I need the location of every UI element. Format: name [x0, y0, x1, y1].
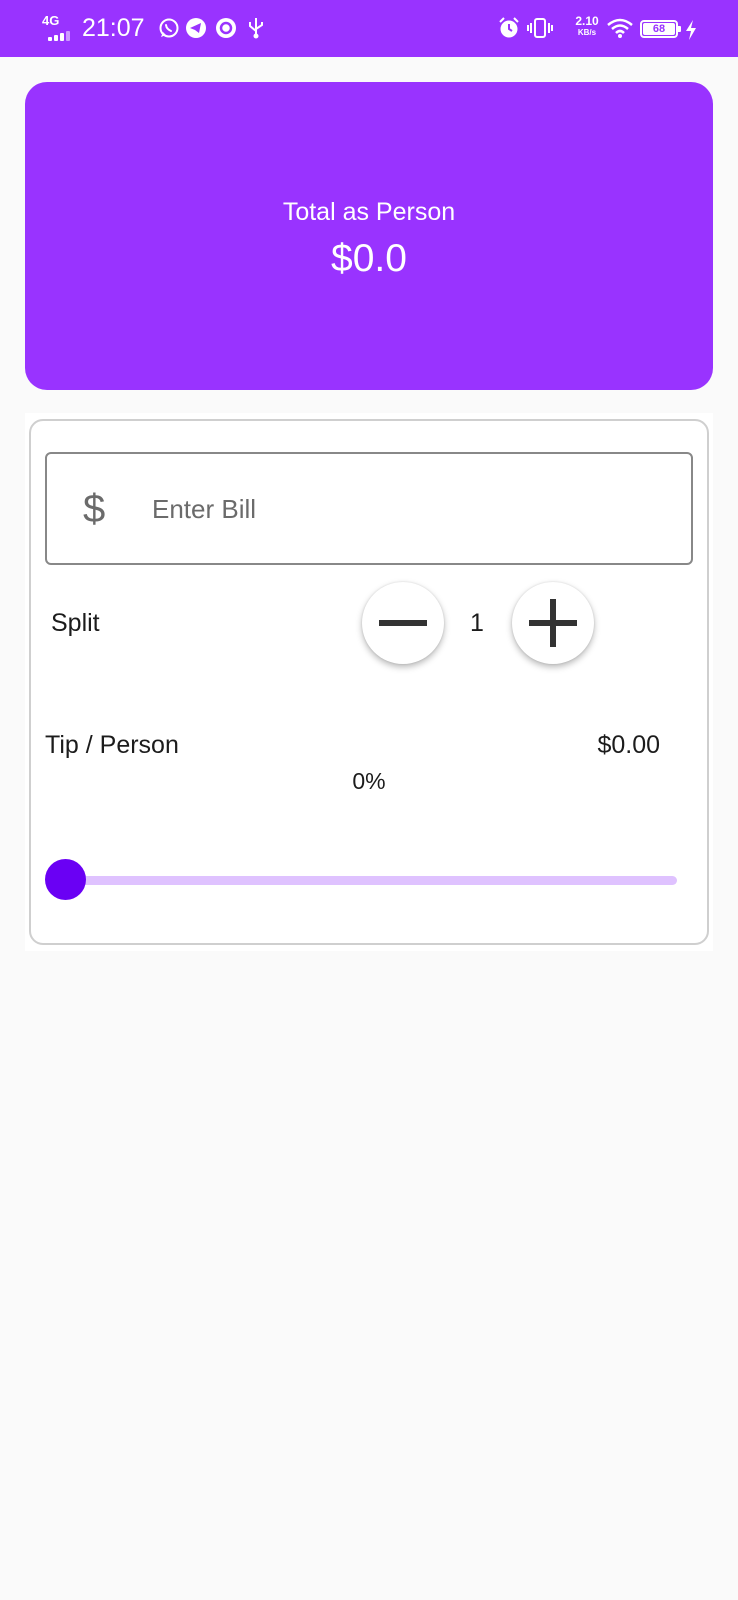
tip-percentage: 0% [352, 768, 386, 794]
slider-thumb[interactable] [45, 859, 86, 900]
split-count: 1 [470, 609, 484, 637]
alarm-icon [499, 17, 519, 38]
battery-icon: 68 [640, 20, 681, 38]
bill-input[interactable] [152, 484, 652, 534]
increase-split-button[interactable] [512, 582, 594, 664]
slider-track [65, 876, 677, 885]
circle-app-icon [216, 18, 236, 38]
split-label: Split [51, 609, 100, 637]
network-speed: 2.10 KB/s [575, 14, 599, 38]
wifi-icon [607, 18, 633, 38]
cellular-signal-icon: 4G [42, 14, 74, 42]
network-type-label: 4G [42, 13, 60, 28]
total-label: Total as Person [282, 198, 456, 226]
status-bar: 4G 21:07 2.10 KB/s 68 [0, 0, 738, 57]
total-per-person-card: Total as Person $0.0 [25, 82, 713, 390]
decrease-split-button[interactable] [362, 582, 444, 664]
tip-per-person-amount: $0.00 [597, 731, 660, 759]
charging-icon [686, 20, 696, 40]
whatsapp-icon [159, 18, 179, 38]
usb-icon [249, 18, 263, 39]
status-time: 21:07 [82, 14, 145, 42]
plus-icon [529, 599, 577, 647]
vibrate-icon [527, 18, 553, 38]
minus-icon [379, 620, 427, 626]
dollar-icon: $ [83, 487, 106, 531]
tip-per-person-label: Tip / Person [45, 731, 179, 759]
bill-field[interactable]: $ [45, 452, 693, 565]
tip-slider[interactable] [45, 859, 677, 901]
total-amount: $0.0 [331, 237, 407, 280]
telegram-icon [186, 18, 206, 38]
